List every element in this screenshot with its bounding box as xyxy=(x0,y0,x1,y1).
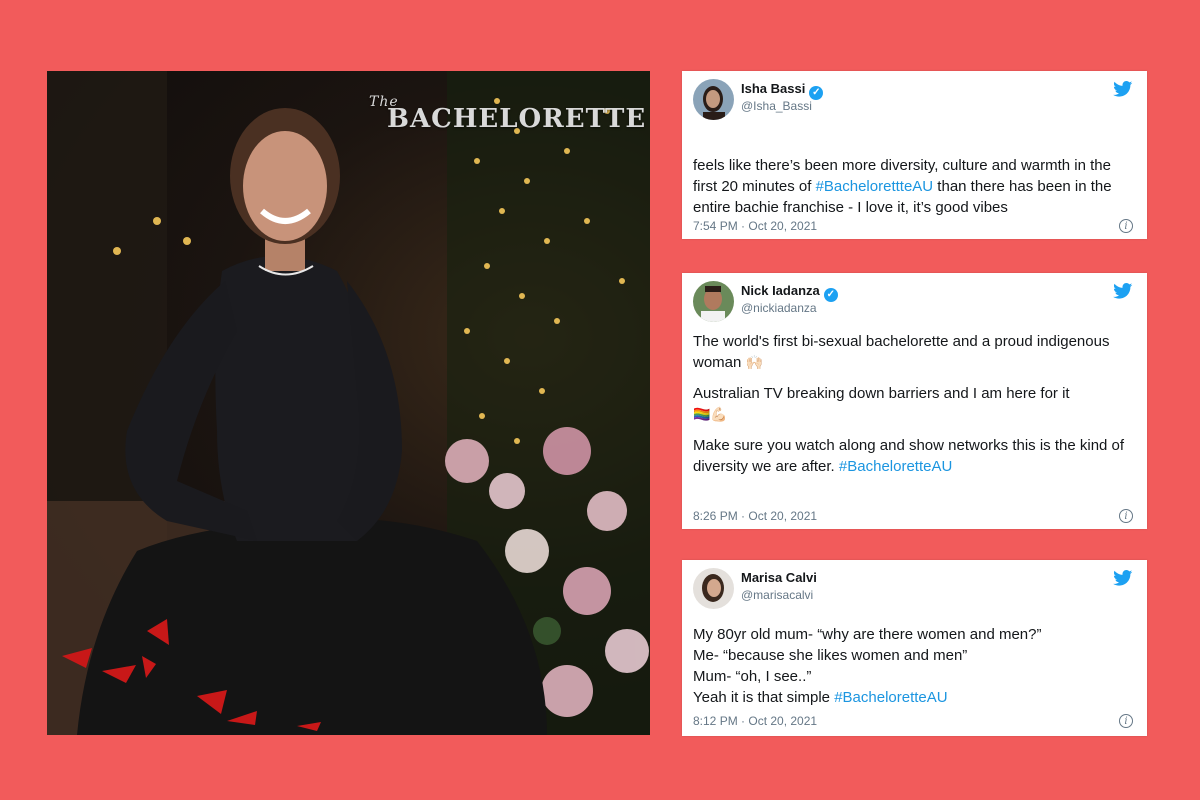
tweet-timestamp[interactable]: 7:54 PM · Oct 20, 2021 xyxy=(693,219,817,233)
author-name[interactable]: Marisa Calvi xyxy=(741,570,817,585)
twitter-bird-icon[interactable] xyxy=(1113,283,1133,299)
author-handle[interactable]: @marisacalvi xyxy=(741,588,813,602)
hashtag-link[interactable]: #BacheloretteAU xyxy=(839,458,952,475)
tweet-card-marisa-calvi[interactable]: Marisa Calvi @marisacalvi My 80yr old mu… xyxy=(682,560,1147,736)
avatar[interactable] xyxy=(693,568,734,609)
author-handle[interactable]: @nickiadanza xyxy=(741,301,817,315)
tweet-text: My 80yr old mum- “why are there women an… xyxy=(693,626,1042,706)
verified-badge-icon: ✓ xyxy=(809,86,824,100)
raised-hands-emoji: 🙌🏻 xyxy=(745,354,763,370)
info-icon[interactable]: i xyxy=(1119,219,1133,233)
verified-badge-icon: ✓ xyxy=(823,288,838,302)
hashtag-link[interactable]: #BachelorettteAU xyxy=(816,178,934,195)
twitter-bird-icon[interactable] xyxy=(1113,570,1133,586)
tweet-text: feels like there’s been more diversity, … xyxy=(693,157,1112,216)
show-logo: The BACHELORETTE xyxy=(369,94,647,134)
twitter-bird-icon[interactable] xyxy=(1113,81,1133,97)
tweet-timestamp[interactable]: 8:26 PM · Oct 20, 2021 xyxy=(693,509,817,523)
author-name[interactable]: Nick Iadanza ✓ xyxy=(741,283,838,302)
author-name[interactable]: Isha Bassi ✓ xyxy=(741,81,824,100)
tweet-timestamp[interactable]: 8:12 PM · Oct 20, 2021 xyxy=(693,714,817,728)
photo-illustration xyxy=(47,71,650,735)
tweet-text: The world's first bi-sexual bachelorette… xyxy=(693,333,1125,475)
rainbow-flag-flexed-arm-emoji: 🏳️‍🌈💪🏻 xyxy=(693,406,728,422)
hashtag-link[interactable]: #BacheloretteAU xyxy=(834,689,947,706)
author-handle[interactable]: @Isha_Bassi xyxy=(741,99,812,113)
bachelorette-photo: The BACHELORETTE xyxy=(47,71,650,735)
tweet-card-nick-iadanza[interactable]: Nick Iadanza ✓ @nickiadanza The world's f… xyxy=(682,273,1147,529)
avatar[interactable] xyxy=(693,79,734,120)
tweet-card-isha-bassi[interactable]: Isha Bassi ✓ @Isha_Bassi feels like there… xyxy=(682,71,1147,239)
info-icon[interactable]: i xyxy=(1119,714,1133,728)
info-icon[interactable]: i xyxy=(1119,509,1133,523)
avatar[interactable] xyxy=(693,281,734,322)
